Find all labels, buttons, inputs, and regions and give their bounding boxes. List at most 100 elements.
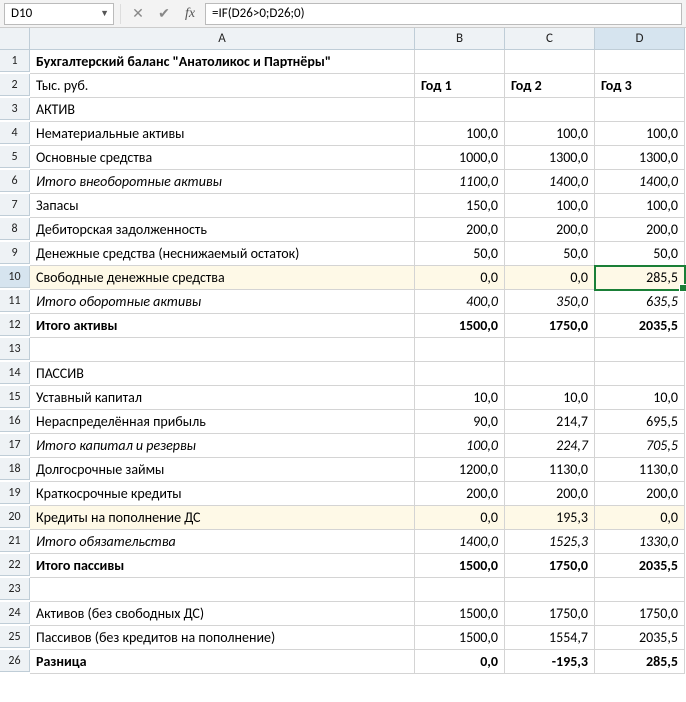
value-cell[interactable]: 1100,0	[415, 170, 505, 194]
value-cell[interactable]: 90,0	[415, 410, 505, 434]
value-cell[interactable]: 350,0	[505, 290, 595, 314]
value-cell[interactable]	[595, 98, 685, 122]
value-cell[interactable]: 1500,0	[415, 602, 505, 626]
value-cell[interactable]: 1130,0	[595, 458, 685, 482]
value-cell[interactable]	[415, 98, 505, 122]
value-cell[interactable]: 285,5	[595, 650, 685, 674]
label-cell[interactable]: Дебиторская задолженность	[30, 218, 415, 242]
value-cell[interactable]: 2035,5	[595, 626, 685, 650]
label-cell[interactable]	[30, 578, 415, 602]
name-box-dropdown-icon[interactable]: ▼	[100, 8, 109, 19]
row-header[interactable]: 17	[0, 434, 30, 456]
cell[interactable]	[595, 50, 685, 74]
label-cell[interactable]	[30, 338, 415, 362]
value-cell[interactable]: 200,0	[505, 482, 595, 506]
label-cell[interactable]: Пассивов (без кредитов на пополнение)	[30, 626, 415, 650]
value-cell[interactable]	[415, 578, 505, 602]
value-cell[interactable]: 1200,0	[415, 458, 505, 482]
value-cell[interactable]	[505, 578, 595, 602]
value-cell[interactable]	[505, 338, 595, 362]
value-cell[interactable]: 1300,0	[505, 146, 595, 170]
row-header[interactable]: 2	[0, 74, 30, 96]
row-header[interactable]: 11	[0, 290, 30, 312]
row-header[interactable]: 14	[0, 362, 30, 384]
col-header-C[interactable]: C	[505, 28, 595, 50]
label-cell[interactable]: АКТИВ	[30, 98, 415, 122]
label-cell[interactable]: Итого внеоборотные активы	[30, 170, 415, 194]
value-cell[interactable]: 2035,5	[595, 554, 685, 578]
row-header[interactable]: 18	[0, 458, 30, 480]
value-cell[interactable]: 100,0	[415, 122, 505, 146]
value-cell[interactable]: 0,0	[415, 266, 505, 290]
value-cell[interactable]: 695,5	[595, 410, 685, 434]
value-cell[interactable]: 1300,0	[595, 146, 685, 170]
label-cell[interactable]: Долгосрочные займы	[30, 458, 415, 482]
row-header[interactable]: 23	[0, 578, 30, 600]
value-cell[interactable]: 1130,0	[505, 458, 595, 482]
name-box[interactable]: D10 ▼	[4, 3, 114, 25]
row-header[interactable]: 13	[0, 338, 30, 360]
col-header-A[interactable]: A	[30, 28, 415, 50]
label-cell[interactable]: Уставный капитал	[30, 386, 415, 410]
value-cell[interactable]	[505, 362, 595, 386]
col-header-D[interactable]: D	[595, 28, 685, 50]
value-cell[interactable]: 1500,0	[415, 554, 505, 578]
value-cell[interactable]: 10,0	[415, 386, 505, 410]
value-cell[interactable]: 100,0	[415, 434, 505, 458]
label-cell[interactable]: Итого оборотные активы	[30, 290, 415, 314]
row-header[interactable]: 19	[0, 482, 30, 504]
value-cell[interactable]: 0,0	[505, 266, 595, 290]
row-header[interactable]: 26	[0, 650, 30, 672]
value-cell[interactable]	[595, 578, 685, 602]
value-cell[interactable]: 0,0	[415, 650, 505, 674]
value-cell[interactable]: 10,0	[595, 386, 685, 410]
label-cell[interactable]: Кредиты на пополнение ДС	[30, 506, 415, 530]
value-cell[interactable]: 195,3	[505, 506, 595, 530]
row-header[interactable]: 12	[0, 314, 30, 336]
value-cell[interactable]: 1500,0	[415, 626, 505, 650]
value-cell[interactable]: 1500,0	[415, 314, 505, 338]
cancel-icon[interactable]: ✕	[127, 3, 149, 25]
row-header[interactable]: 15	[0, 386, 30, 408]
value-cell[interactable]: 100,0	[505, 194, 595, 218]
value-cell[interactable]: 1330,0	[595, 530, 685, 554]
value-cell[interactable]: 1554,7	[505, 626, 595, 650]
value-cell[interactable]: 200,0	[505, 218, 595, 242]
col-header-B[interactable]: B	[415, 28, 505, 50]
value-cell[interactable]: 1400,0	[505, 170, 595, 194]
label-cell[interactable]: Итого обязательства	[30, 530, 415, 554]
value-cell[interactable]	[415, 362, 505, 386]
label-cell[interactable]: Итого активы	[30, 314, 415, 338]
label-cell[interactable]: Запасы	[30, 194, 415, 218]
value-cell[interactable]: 1525,3	[505, 530, 595, 554]
value-cell[interactable]: 1750,0	[505, 602, 595, 626]
value-cell[interactable]: 200,0	[415, 482, 505, 506]
row-header[interactable]: 24	[0, 602, 30, 624]
value-cell[interactable]: 100,0	[595, 194, 685, 218]
value-cell[interactable]: 635,5	[595, 290, 685, 314]
value-cell[interactable]	[415, 338, 505, 362]
active-cell[interactable]: 285,5	[595, 266, 685, 290]
row-header[interactable]: 20	[0, 506, 30, 528]
year-header[interactable]: Год 3	[595, 74, 685, 98]
row-header[interactable]: 25	[0, 626, 30, 648]
spreadsheet-grid[interactable]: ABCD1Бухгалтерский баланс "Анатоликос и …	[0, 28, 686, 674]
row-header[interactable]: 7	[0, 194, 30, 216]
formula-input[interactable]: =IF(D26>0;D26;0)	[205, 3, 682, 25]
value-cell[interactable]: 0,0	[415, 506, 505, 530]
label-cell[interactable]: Нематериальные активы	[30, 122, 415, 146]
label-cell[interactable]: Основные средства	[30, 146, 415, 170]
row-header[interactable]: 9	[0, 242, 30, 264]
value-cell[interactable]: 1750,0	[505, 314, 595, 338]
value-cell[interactable]: 0,0	[595, 506, 685, 530]
value-cell[interactable]: 100,0	[595, 122, 685, 146]
value-cell[interactable]: 10,0	[505, 386, 595, 410]
value-cell[interactable]: 214,7	[505, 410, 595, 434]
row-header[interactable]: 8	[0, 218, 30, 240]
row-header[interactable]: 1	[0, 50, 30, 72]
label-cell[interactable]: ПАССИВ	[30, 362, 415, 386]
row-header[interactable]: 3	[0, 98, 30, 120]
value-cell[interactable]: 2035,5	[595, 314, 685, 338]
row-header[interactable]: 6	[0, 170, 30, 192]
row-header[interactable]: 5	[0, 146, 30, 168]
